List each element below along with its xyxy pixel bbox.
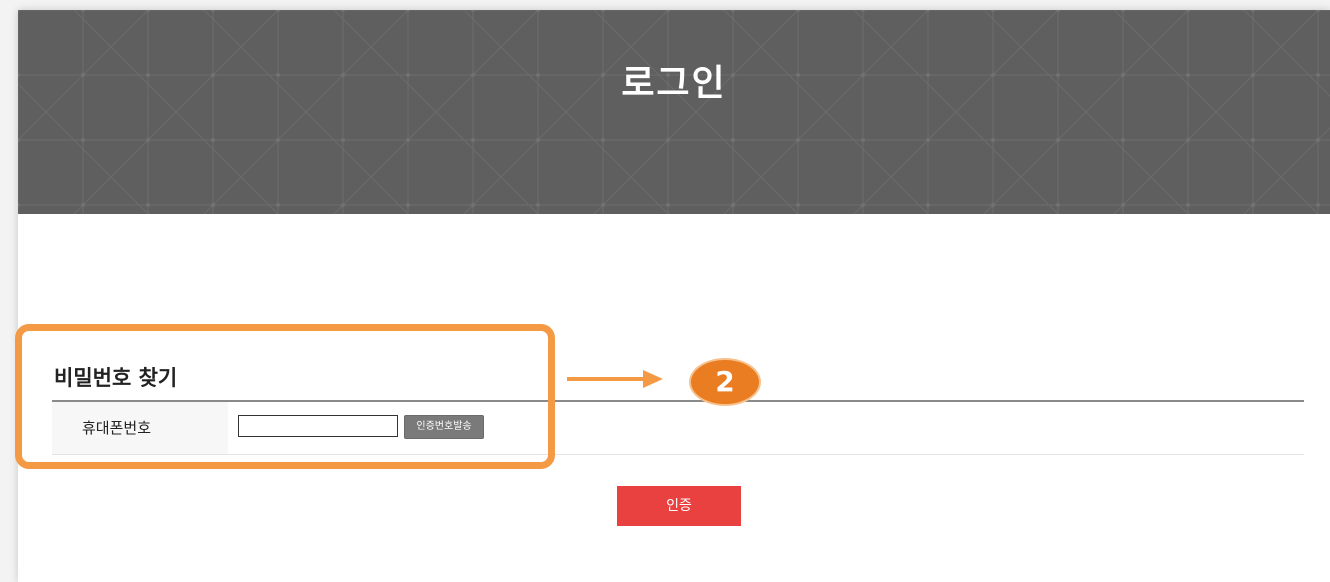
page: 로그인 비밀번호 찾기 휴대폰번호 인증번호발송 인증	[18, 10, 1330, 582]
auth-button[interactable]: 인증	[617, 486, 741, 526]
step-badge: 2	[689, 358, 761, 406]
annotation-highlight-box	[15, 324, 555, 469]
page-title: 로그인	[621, 63, 727, 104]
header-pattern	[18, 10, 1330, 214]
annotation-arrow-icon	[567, 370, 663, 388]
header-banner: 로그인	[18, 10, 1330, 214]
